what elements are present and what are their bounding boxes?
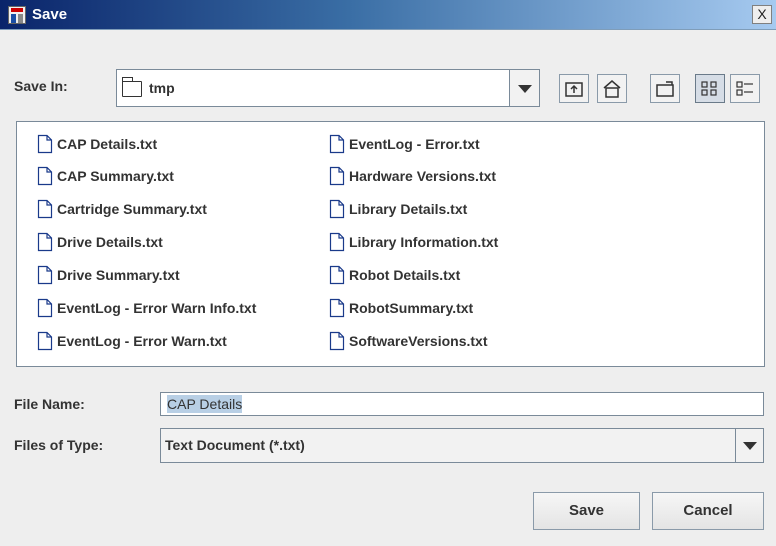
file-name: Cartridge Summary.txt [57, 201, 207, 217]
home-icon [603, 80, 621, 98]
list-item[interactable]: EventLog - Error.txt [329, 130, 480, 158]
cancel-button[interactable]: Cancel [652, 492, 764, 530]
file-name-input[interactable]: CAP Details [160, 392, 764, 416]
list-item[interactable]: RobotSummary.txt [329, 294, 473, 322]
file-name: EventLog - Error.txt [349, 136, 480, 152]
document-icon [329, 166, 345, 186]
list-item[interactable]: Cartridge Summary.txt [37, 195, 207, 223]
current-folder: tmp [149, 80, 175, 96]
home-button[interactable] [597, 74, 627, 103]
file-name: CAP Summary.txt [57, 168, 174, 184]
file-name-value: CAP Details [167, 395, 243, 413]
document-icon [37, 331, 53, 351]
file-name: Drive Details.txt [57, 234, 163, 250]
file-name: RobotSummary.txt [349, 300, 474, 316]
chevron-down-icon[interactable] [509, 70, 539, 106]
chevron-down-icon[interactable] [735, 429, 763, 462]
new-folder-icon [656, 81, 674, 97]
list-item[interactable]: Library Information.txt [329, 228, 498, 256]
folder-icon [122, 77, 142, 97]
document-icon [37, 298, 53, 318]
document-icon [37, 166, 53, 186]
list-item[interactable]: Drive Summary.txt [37, 261, 180, 289]
up-folder-icon [565, 82, 583, 97]
list-view-icon [701, 81, 717, 96]
list-item[interactable]: CAP Details.txt [37, 130, 157, 158]
list-item[interactable]: Drive Details.txt [37, 228, 163, 256]
file-name-label: File Name: [14, 396, 85, 412]
document-icon [329, 232, 345, 252]
files-of-type-value: Text Document (*.txt) [165, 437, 305, 453]
document-icon [329, 331, 345, 351]
file-list[interactable]: CAP Details.txt CAP Summary.txt Cartridg… [16, 121, 765, 367]
files-of-type-label: Files of Type: [14, 437, 104, 453]
file-name: Robot Details.txt [349, 267, 461, 283]
app-icon [8, 6, 26, 24]
new-folder-button[interactable] [650, 74, 680, 103]
document-icon [329, 134, 345, 154]
window-title: Save [32, 6, 68, 23]
save-button[interactable]: Save [533, 492, 640, 530]
list-item[interactable]: CAP Summary.txt [37, 162, 174, 190]
document-icon [37, 232, 53, 252]
list-item[interactable]: Robot Details.txt [329, 261, 460, 289]
file-name: Hardware Versions.txt [349, 168, 497, 184]
title-bar: Save X [0, 0, 776, 30]
document-icon [329, 298, 345, 318]
save-in-dropdown[interactable]: tmp [116, 69, 540, 107]
list-item[interactable]: EventLog - Error Warn.txt [37, 327, 227, 355]
file-name: CAP Details.txt [57, 136, 158, 152]
up-one-level-button[interactable] [559, 74, 589, 103]
list-view-button[interactable] [695, 74, 725, 103]
document-icon [37, 199, 53, 219]
document-icon [329, 265, 345, 285]
files-of-type-dropdown[interactable]: Text Document (*.txt) [160, 428, 764, 463]
details-view-icon [736, 81, 753, 96]
list-item[interactable]: SoftwareVersions.txt [329, 327, 488, 355]
file-name: EventLog - Error Warn.txt [57, 333, 227, 349]
list-item[interactable]: Hardware Versions.txt [329, 162, 496, 190]
file-name: Library Details.txt [349, 201, 468, 217]
list-item[interactable]: EventLog - Error Warn Info.txt [37, 294, 256, 322]
document-icon [329, 199, 345, 219]
document-icon [37, 134, 53, 154]
file-name: Library Information.txt [349, 234, 499, 250]
details-view-button[interactable] [730, 74, 760, 103]
close-button[interactable]: X [752, 5, 772, 24]
file-name: Drive Summary.txt [57, 267, 180, 283]
file-name: EventLog - Error Warn Info.txt [57, 300, 257, 316]
save-in-label: Save In: [14, 78, 68, 94]
document-icon [37, 265, 53, 285]
file-name: SoftwareVersions.txt [349, 333, 488, 349]
list-item[interactable]: Library Details.txt [329, 195, 467, 223]
